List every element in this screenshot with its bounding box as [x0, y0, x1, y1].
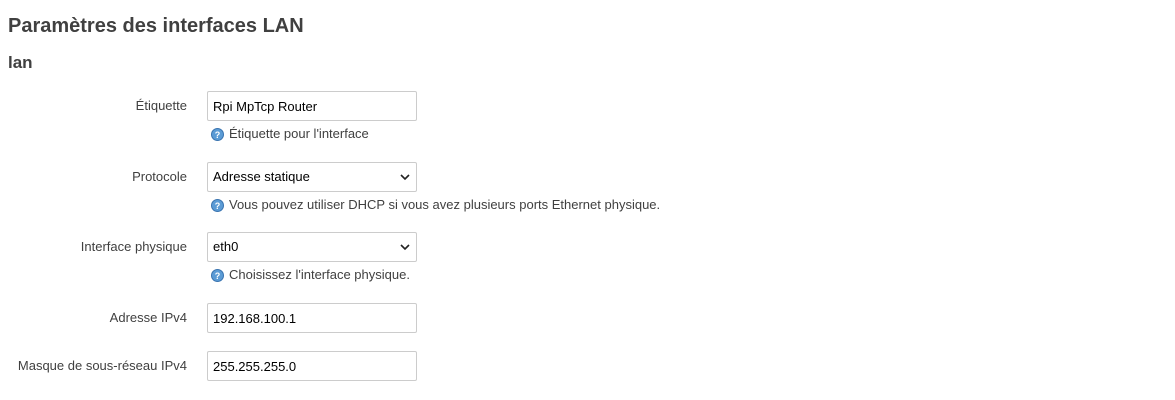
protocol-select[interactable]: Adresse statique: [207, 162, 417, 192]
ipv4-address-input[interactable]: [207, 303, 417, 333]
chevron-down-icon: [400, 174, 410, 181]
physical-interface-field-hint-text: Choisissez l'interface physique.: [229, 267, 410, 282]
lan-interface-settings-page: Paramètres des interfaces LAN lan Étique…: [0, 0, 1175, 400]
physical-interface-field-hint: ? Choisissez l'interface physique.: [211, 267, 410, 283]
page-title: Paramètres des interfaces LAN: [8, 15, 304, 37]
help-icon: ?: [211, 269, 224, 282]
protocol-select-value: Adresse statique: [213, 169, 310, 184]
svg-text:?: ?: [215, 201, 221, 211]
protocol-field-hint: ? Vous pouvez utiliser DHCP si vous avez…: [211, 197, 660, 213]
label-field-input[interactable]: [207, 91, 417, 121]
help-icon: ?: [211, 128, 224, 141]
physical-interface-field-label: Interface physique: [80, 239, 187, 254]
protocol-field-label: Protocole: [132, 169, 187, 184]
physical-interface-select[interactable]: eth0: [207, 232, 417, 262]
help-icon: ?: [211, 199, 224, 212]
ipv4-address-field-label: Adresse IPv4: [109, 310, 187, 325]
svg-text:?: ?: [215, 130, 221, 140]
section-title: lan: [8, 53, 33, 72]
ipv4-netmask-field-label: Masque de sous-réseau IPv4: [17, 358, 187, 373]
protocol-field-hint-text: Vous pouvez utiliser DHCP si vous avez p…: [229, 197, 661, 212]
ipv4-netmask-input[interactable]: [207, 351, 417, 381]
label-field-hint-text: Étiquette pour l'interface: [229, 126, 369, 141]
svg-text:?: ?: [215, 271, 221, 281]
chevron-down-icon: [400, 244, 410, 251]
physical-interface-select-value: eth0: [213, 239, 239, 254]
label-field-hint: ? Étiquette pour l'interface: [211, 126, 369, 142]
label-field-label: Étiquette: [135, 98, 187, 113]
